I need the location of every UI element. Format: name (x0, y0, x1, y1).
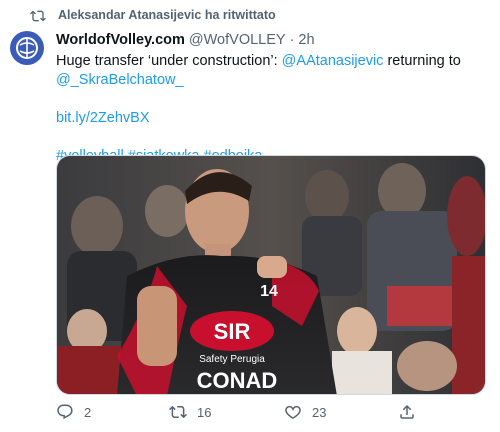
author-name[interactable]: WorldofVolley.com (56, 32, 185, 48)
jersey-sponsor: SIR (214, 319, 251, 344)
jersey-number: 14 (260, 283, 278, 300)
reply-button[interactable]: 2 (56, 403, 91, 421)
share-button[interactable] (398, 403, 416, 421)
tweet-text-part1: Huge transfer ‘under construction’: (56, 53, 282, 69)
jersey-brand: CONAD (197, 368, 278, 393)
reply-count: 2 (84, 404, 92, 420)
tweet-text: Huge transfer ‘under construction’: @AAt… (56, 52, 486, 166)
heart-icon (285, 405, 301, 419)
author-handle[interactable]: @WofVOLLEY (189, 32, 286, 48)
retweet-icon (30, 10, 46, 22)
share-icon (400, 404, 414, 419)
tweet-action-bar: 2 16 23 (56, 403, 486, 425)
retweet-count: 16 (197, 404, 212, 420)
worldofvolley-logo (10, 31, 44, 65)
volleyball-player-photo: SIR Safety Perugia CONAD 14 (57, 156, 485, 394)
like-count: 23 (312, 404, 327, 420)
mention-link[interactable]: @AAtanasijevic (282, 53, 384, 69)
url-link[interactable]: bit.ly/2ZehvBX (56, 110, 150, 126)
retweet-button[interactable]: 16 (169, 403, 211, 421)
tweet-media-photo[interactable]: SIR Safety Perugia CONAD 14 (56, 155, 486, 395)
tweet-header: WorldofVolley.com @WofVOLLEY · 2h (56, 32, 315, 48)
tweet-timestamp[interactable]: 2h (298, 32, 314, 48)
mention-link[interactable]: @_SkraBelchatow_ (56, 72, 184, 88)
avatar[interactable] (10, 31, 44, 65)
separator-dot: · (289, 32, 295, 48)
reply-icon (57, 404, 73, 420)
tweet-text-part2: returning to (383, 53, 461, 69)
jersey-sub: Safety Perugia (199, 354, 265, 365)
like-button[interactable]: 23 (284, 403, 326, 421)
retweet-label[interactable]: Aleksandar Atanasijevic ha ritwittato (58, 8, 276, 22)
retweet-icon (169, 405, 187, 419)
